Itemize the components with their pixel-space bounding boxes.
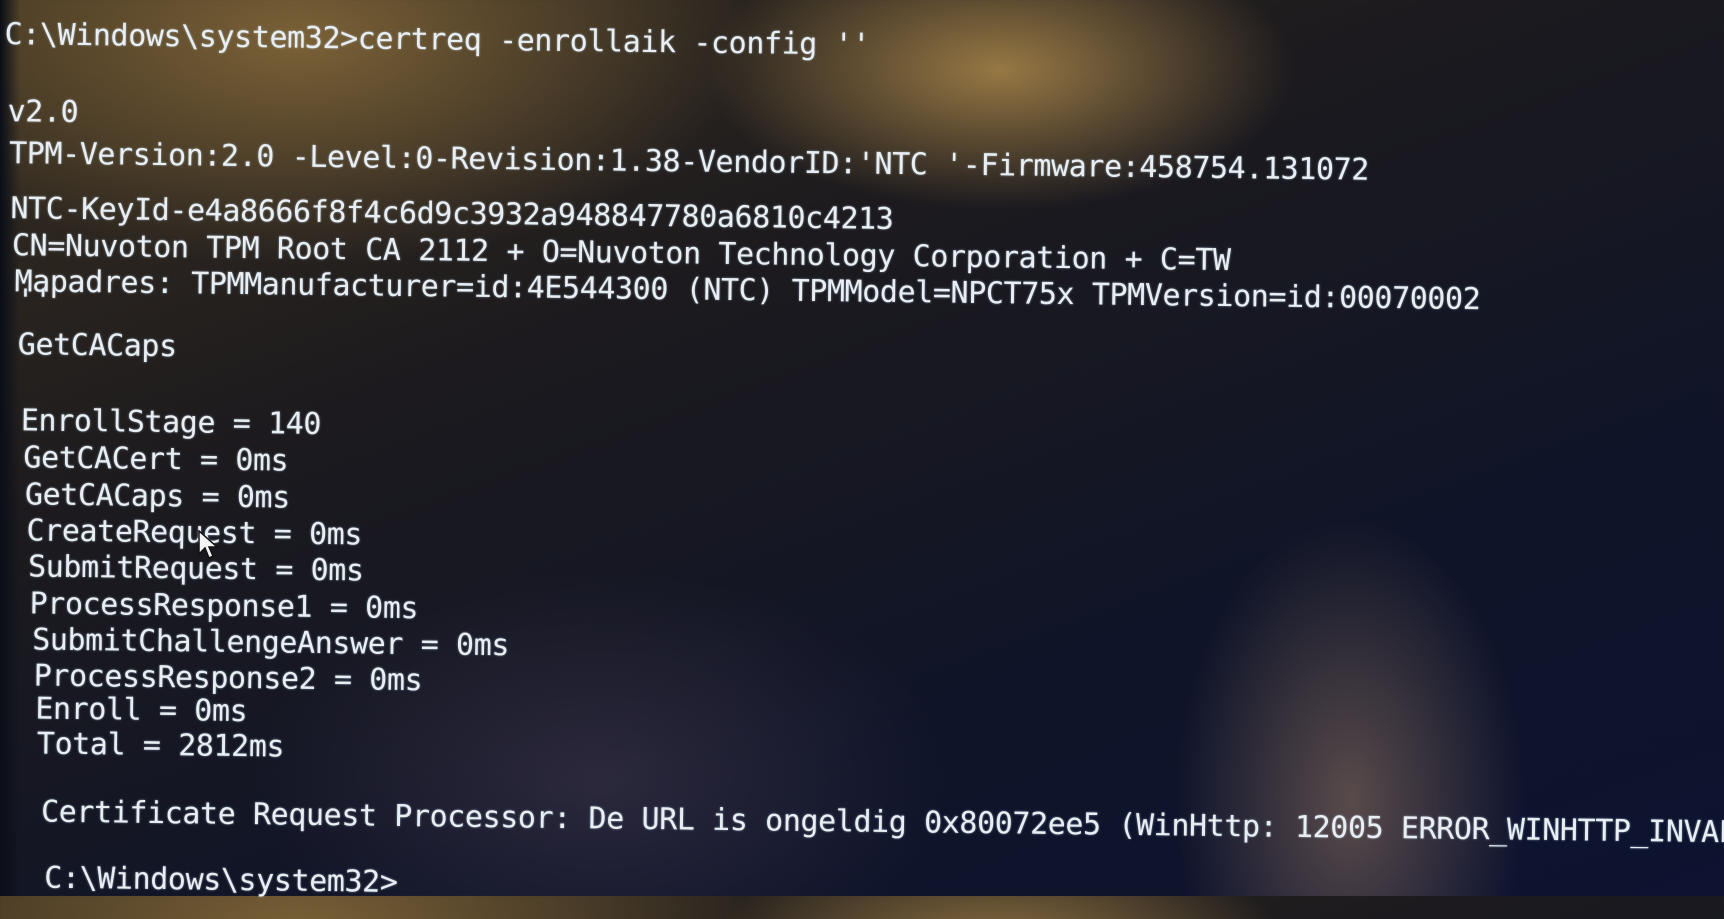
output-line: Total = 2812ms — [36, 726, 285, 765]
output-line: SubmitRequest = 0ms — [27, 549, 364, 589]
output-line: Enroll = 0ms — [35, 691, 248, 730]
output-line: GetCACaps = 0ms — [24, 477, 291, 516]
output-line: ProcessResponse1 = 0ms — [29, 586, 419, 627]
output-line: CreateRequest = 0ms — [26, 513, 363, 553]
terminal-window[interactable]: C:\Windows\system32>certreq -enrollaik -… — [0, 0, 1724, 917]
prompt-line[interactable]: C:\Windows\system32> — [44, 861, 398, 900]
output-line: EnrollStage = 140 — [20, 403, 322, 442]
output-line: '' — [16, 283, 52, 319]
command-line: C:\Windows\system32>certreq -enrollaik -… — [4, 17, 871, 63]
output-line: v2.0 — [7, 94, 79, 130]
error-line: Certificate Request Processor: De URL is… — [40, 794, 1724, 852]
output-line: TPM-Version:2.0 -Level:0-Revision:1.38-V… — [8, 136, 1370, 188]
output-line: GetCACert = 0ms — [23, 440, 289, 479]
output-line: GetCACaps — [17, 327, 177, 365]
mouse-pointer-icon — [198, 530, 219, 560]
output-line: SubmitChallengeAnswer = 0ms — [31, 622, 510, 664]
output-line: Mapadres: TPMManufacturer=id:4E544300 (N… — [14, 264, 1481, 318]
